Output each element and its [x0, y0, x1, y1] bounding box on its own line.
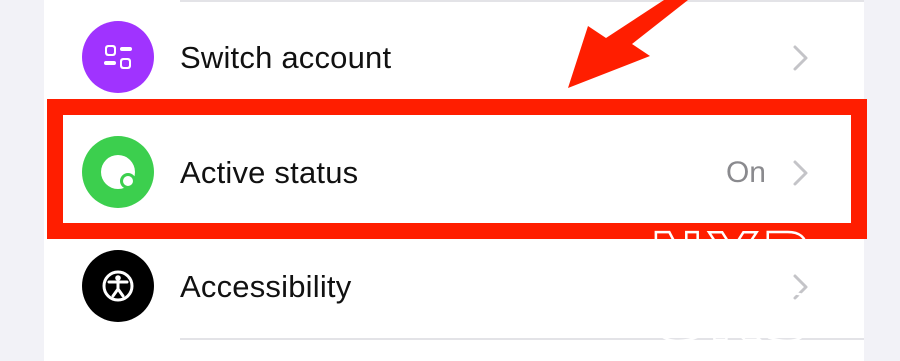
active-status-icon [82, 136, 154, 208]
active-status-value: On [725, 156, 766, 189]
settings-item-label: Accessibility [180, 269, 352, 304]
svg-text:GKS: GKS [650, 282, 816, 344]
settings-item-label: Active status [180, 155, 359, 190]
settings-item-switch-account[interactable]: Switch account [44, 0, 864, 114]
settings-item-label: Switch account [180, 40, 392, 75]
switch-account-icon [82, 21, 154, 93]
divider [180, 0, 864, 2]
red-arrow-icon [568, 0, 688, 88]
settings-item-active-status[interactable]: Active status On [44, 115, 864, 229]
chevron-right-icon [793, 160, 808, 186]
watermark-logo: NYP GKS [650, 224, 816, 344]
chevron-right-icon [793, 45, 808, 71]
accessibility-icon [82, 250, 154, 322]
